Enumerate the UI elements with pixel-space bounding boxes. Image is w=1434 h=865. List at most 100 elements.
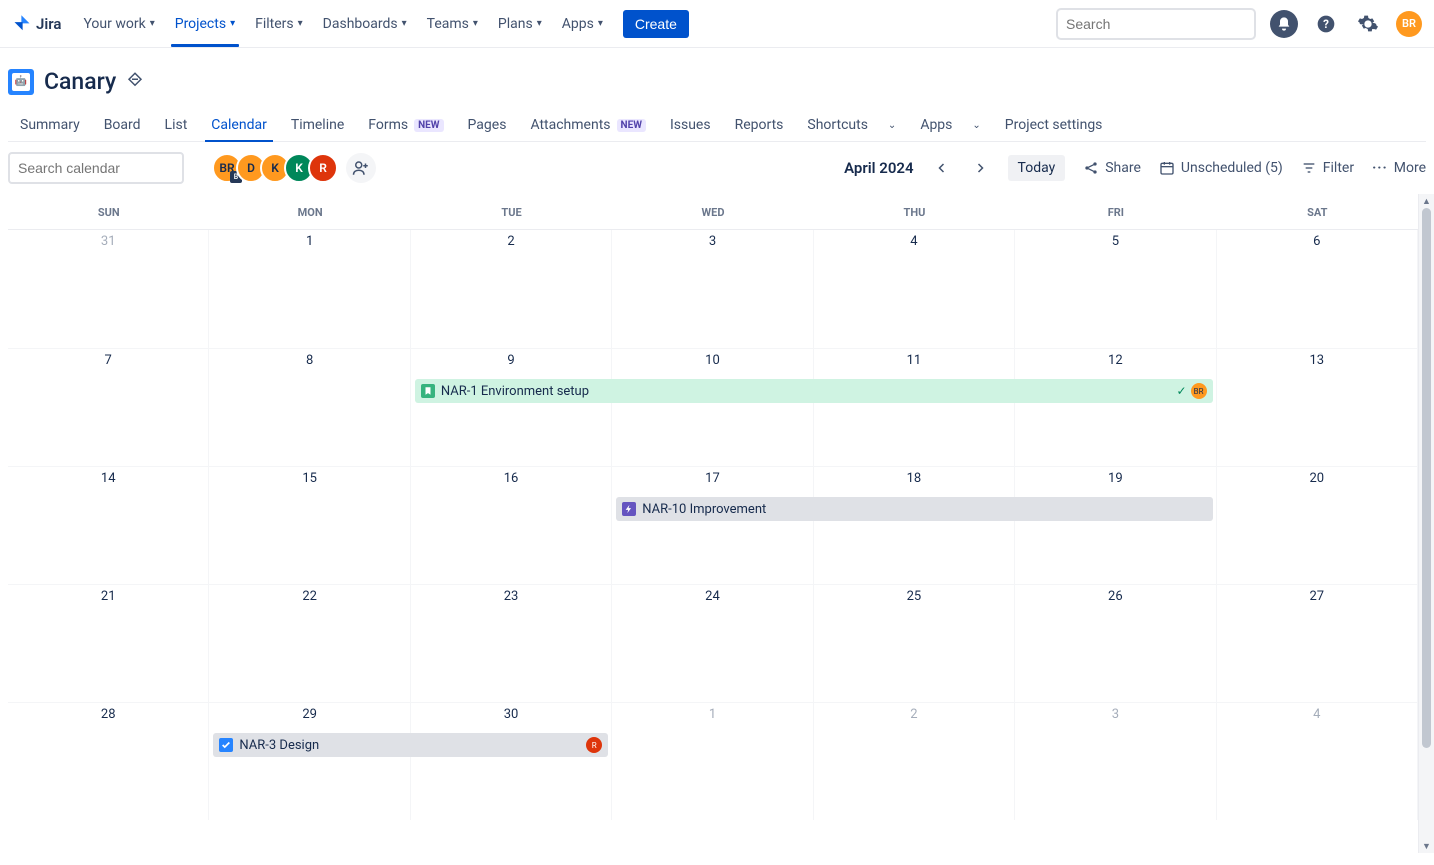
add-assignee-button[interactable] xyxy=(346,153,376,183)
share-button[interactable]: Share xyxy=(1083,160,1141,176)
calendar-day-cell[interactable]: 2 xyxy=(411,230,612,348)
calendar-day-cell[interactable]: 24 xyxy=(612,585,813,702)
calendar-day-cell[interactable]: 3 xyxy=(1015,703,1216,820)
nav-item-your-work[interactable]: Your work▾ xyxy=(75,0,162,47)
calendar-day-cell[interactable]: 12 xyxy=(1015,349,1216,466)
calendar-day-cell[interactable]: 8 xyxy=(209,349,410,466)
user-avatar[interactable]: BR xyxy=(1396,11,1422,37)
assignee-avatar[interactable]: R xyxy=(308,153,338,183)
calendar-day-cell[interactable]: 25 xyxy=(814,585,1015,702)
tab-reports[interactable]: Reports xyxy=(723,109,796,141)
theme-icon[interactable] xyxy=(126,71,144,93)
tab-calendar[interactable]: Calendar xyxy=(199,109,279,141)
calendar-day-cell[interactable]: 21 xyxy=(8,585,209,702)
chevron-down-icon: ⌄ xyxy=(888,120,896,131)
tab-shortcuts[interactable]: Shortcuts⌄ xyxy=(795,109,908,141)
settings-icon[interactable] xyxy=(1354,10,1382,38)
calendar-day-cell[interactable]: 18 xyxy=(814,467,1015,584)
calendar-day-cell[interactable]: 31 xyxy=(8,230,209,348)
filter-button[interactable]: Filter xyxy=(1301,160,1354,176)
calendar-day-cell[interactable]: 1 xyxy=(612,703,813,820)
tab-board[interactable]: Board xyxy=(92,109,153,141)
calendar-day-cell[interactable]: 9 xyxy=(411,349,612,466)
nav-item-filters[interactable]: Filters▾ xyxy=(247,0,311,47)
weekday-header: MON xyxy=(209,194,410,229)
calendar-day-cell[interactable]: 11 xyxy=(814,349,1015,466)
calendar-day-cell[interactable]: 6 xyxy=(1217,230,1418,348)
calendar-day-cell[interactable]: 15 xyxy=(209,467,410,584)
calendar-day-cell[interactable]: 1 xyxy=(209,230,410,348)
chevron-down-icon: ▾ xyxy=(402,18,407,29)
scroll-up-icon[interactable]: ▲ xyxy=(1419,194,1434,208)
calendar-day-cell[interactable]: 17 xyxy=(612,467,813,584)
calendar: SUNMONTUEWEDTHUFRISAT 311234567891011121… xyxy=(0,194,1434,853)
tab-project-settings[interactable]: Project settings xyxy=(993,109,1115,141)
day-number: 24 xyxy=(705,589,720,604)
jira-logo-text: Jira xyxy=(36,15,61,33)
global-search-input[interactable] xyxy=(1066,16,1247,32)
nav-item-teams[interactable]: Teams▾ xyxy=(419,0,486,47)
chevron-down-icon: ⌄ xyxy=(972,120,980,131)
calendar-day-cell[interactable]: 3 xyxy=(612,230,813,348)
calendar-day-cell[interactable]: 22 xyxy=(209,585,410,702)
calendar-search[interactable] xyxy=(8,152,184,184)
scroll-down-icon[interactable]: ▼ xyxy=(1419,839,1434,853)
calendar-day-cell[interactable]: 27 xyxy=(1217,585,1418,702)
calendar-search-input[interactable] xyxy=(18,160,199,176)
calendar-day-cell[interactable]: 5 xyxy=(1015,230,1216,348)
tab-summary[interactable]: Summary xyxy=(8,109,92,141)
prev-month-button[interactable] xyxy=(932,158,952,178)
calendar-day-cell[interactable]: 16 xyxy=(411,467,612,584)
global-search[interactable] xyxy=(1056,8,1256,40)
calendar-day-cell[interactable]: 13 xyxy=(1217,349,1418,466)
tab-issues[interactable]: Issues xyxy=(658,109,723,141)
weekday-header: SUN xyxy=(8,194,209,229)
calendar-day-cell[interactable]: 26 xyxy=(1015,585,1216,702)
scrollbar-thumb[interactable] xyxy=(1422,208,1431,748)
calendar-day-cell[interactable]: 28 xyxy=(8,703,209,820)
calendar-day-cell[interactable]: 19 xyxy=(1015,467,1216,584)
calendar-day-cell[interactable]: 10 xyxy=(612,349,813,466)
issue-type-icon xyxy=(219,738,233,752)
calendar-event[interactable]: NAR-1 Environment setup✓BR xyxy=(415,379,1213,403)
tab-list[interactable]: List xyxy=(153,109,200,141)
help-icon[interactable]: ? xyxy=(1312,10,1340,38)
tab-timeline[interactable]: Timeline xyxy=(279,109,356,141)
nav-item-dashboards[interactable]: Dashboards▾ xyxy=(315,0,415,47)
calendar-day-cell[interactable]: 30 xyxy=(411,703,612,820)
svg-text:?: ? xyxy=(1323,17,1329,31)
vertical-scrollbar[interactable]: ▲ ▼ xyxy=(1418,194,1434,853)
tab-attachments[interactable]: AttachmentsNEW xyxy=(518,109,658,141)
calendar-day-cell[interactable]: 29 xyxy=(209,703,410,820)
calendar-day-cell[interactable]: 2 xyxy=(814,703,1015,820)
calendar-day-cell[interactable]: 20 xyxy=(1217,467,1418,584)
calendar-event[interactable]: NAR-3 DesignR xyxy=(213,733,608,757)
day-number: 2 xyxy=(910,707,917,722)
day-number: 20 xyxy=(1309,471,1324,486)
notifications-icon[interactable] xyxy=(1270,10,1298,38)
tab-apps[interactable]: Apps⌄ xyxy=(908,109,992,141)
calendar-day-cell[interactable]: 4 xyxy=(1217,703,1418,820)
tab-forms[interactable]: FormsNEW xyxy=(356,109,455,141)
create-button[interactable]: Create xyxy=(623,10,689,38)
nav-item-apps[interactable]: Apps▾ xyxy=(554,0,611,47)
day-number: 3 xyxy=(709,234,716,249)
calendar-day-cell[interactable]: 7 xyxy=(8,349,209,466)
filter-icon xyxy=(1301,160,1317,176)
calendar-day-cell[interactable]: 4 xyxy=(814,230,1015,348)
chevron-down-icon: ▾ xyxy=(298,18,303,29)
next-month-button[interactable] xyxy=(970,158,990,178)
calendar-day-cell[interactable]: 23 xyxy=(411,585,612,702)
day-number: 3 xyxy=(1112,707,1119,722)
nav-item-projects[interactable]: Projects▾ xyxy=(167,0,243,47)
unscheduled-button[interactable]: Unscheduled (5) xyxy=(1159,160,1283,176)
calendar-day-cell[interactable]: 14 xyxy=(8,467,209,584)
tab-pages[interactable]: Pages xyxy=(456,109,519,141)
today-button[interactable]: Today xyxy=(1008,155,1066,181)
calendar-event[interactable]: NAR-10 Improvement xyxy=(616,497,1212,521)
jira-logo[interactable]: Jira xyxy=(12,14,61,34)
nav-item-plans[interactable]: Plans▾ xyxy=(490,0,550,47)
more-button[interactable]: ··· More xyxy=(1372,160,1426,176)
day-number: 1 xyxy=(306,234,313,249)
event-assignee-avatar: BR xyxy=(1191,383,1207,399)
